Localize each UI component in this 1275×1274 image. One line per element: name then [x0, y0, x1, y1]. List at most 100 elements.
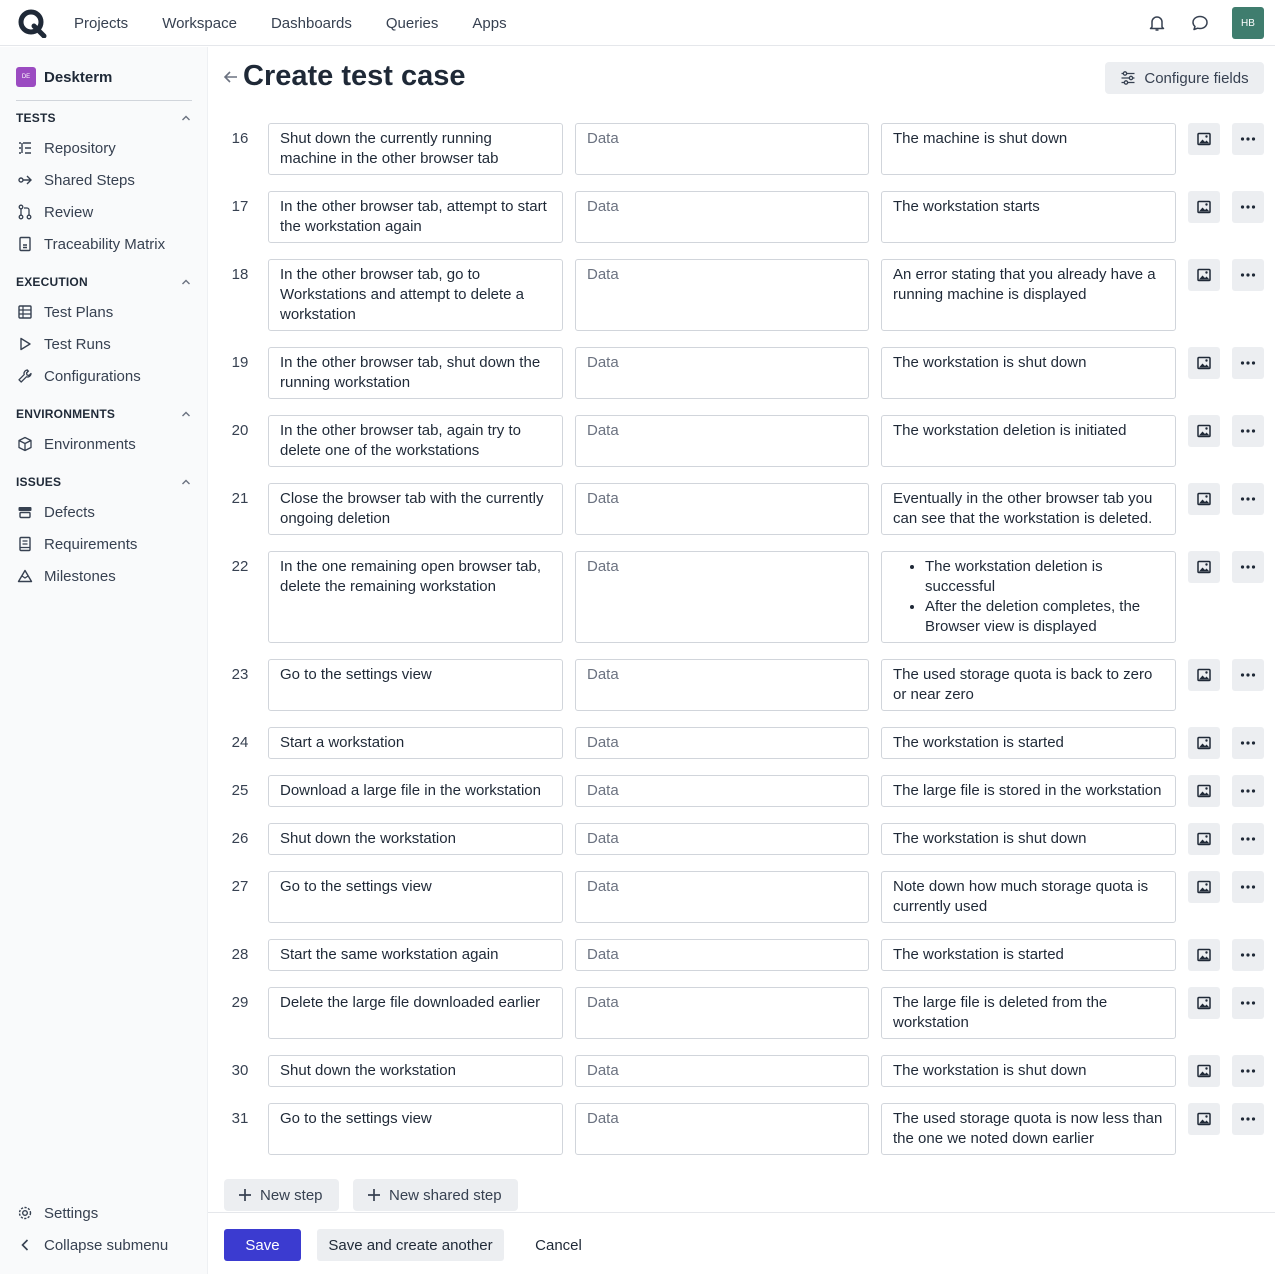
- more-options-icon[interactable]: [1232, 551, 1264, 583]
- more-options-icon[interactable]: [1232, 1103, 1264, 1135]
- step-expected-field[interactable]: The large file is stored in the workstat…: [881, 775, 1176, 807]
- sidebar-item-test-runs[interactable]: Test Runs: [16, 333, 111, 355]
- step-action-field[interactable]: Close the browser tab with the currently…: [268, 483, 563, 535]
- new-shared-step-button[interactable]: New shared step: [353, 1179, 518, 1211]
- step-data-field[interactable]: Data: [575, 347, 869, 399]
- image-icon[interactable]: [1188, 1103, 1220, 1135]
- more-options-icon[interactable]: [1232, 483, 1264, 515]
- more-options-icon[interactable]: [1232, 775, 1264, 807]
- step-action-field[interactable]: Shut down the workstation: [268, 1055, 563, 1087]
- sidebar-item-shared-steps[interactable]: Shared Steps: [16, 169, 135, 191]
- step-data-field[interactable]: Data: [575, 259, 869, 331]
- image-icon[interactable]: [1188, 123, 1220, 155]
- step-expected-field[interactable]: The workstation deletion is successfulAf…: [881, 551, 1176, 643]
- step-action-field[interactable]: Shut down the currently running machine …: [268, 123, 563, 175]
- image-icon[interactable]: [1188, 823, 1220, 855]
- step-action-field[interactable]: Go to the settings view: [268, 871, 563, 923]
- chat-icon[interactable]: [1189, 12, 1211, 34]
- step-data-field[interactable]: Data: [575, 939, 869, 971]
- step-expected-field[interactable]: The workstation is started: [881, 939, 1176, 971]
- step-data-field[interactable]: Data: [575, 191, 869, 243]
- save-button[interactable]: Save: [224, 1229, 301, 1261]
- step-action-field[interactable]: Start the same workstation again: [268, 939, 563, 971]
- image-icon[interactable]: [1188, 871, 1220, 903]
- image-icon[interactable]: [1188, 987, 1220, 1019]
- more-options-icon[interactable]: [1232, 823, 1264, 855]
- step-data-field[interactable]: Data: [575, 1103, 869, 1155]
- step-data-field[interactable]: Data: [575, 871, 869, 923]
- more-options-icon[interactable]: [1232, 727, 1264, 759]
- step-action-field[interactable]: In the one remaining open browser tab, d…: [268, 551, 563, 643]
- step-data-field[interactable]: Data: [575, 551, 869, 643]
- step-data-field[interactable]: Data: [575, 415, 869, 467]
- image-icon[interactable]: [1188, 415, 1220, 447]
- back-arrow-icon[interactable]: [222, 68, 240, 86]
- step-action-field[interactable]: Delete the large file downloaded earlier: [268, 987, 563, 1039]
- step-expected-field[interactable]: The workstation is shut down: [881, 823, 1176, 855]
- image-icon[interactable]: [1188, 727, 1220, 759]
- image-icon[interactable]: [1188, 259, 1220, 291]
- more-options-icon[interactable]: [1232, 871, 1264, 903]
- step-expected-field[interactable]: The workstation is shut down: [881, 1055, 1176, 1087]
- project-switcher[interactable]: DE Deskterm: [16, 67, 112, 87]
- step-action-field[interactable]: In the other browser tab, shut down the …: [268, 347, 563, 399]
- sidebar-item-test-plans[interactable]: Test Plans: [16, 301, 113, 323]
- step-expected-field[interactable]: The workstation is started: [881, 727, 1176, 759]
- bell-icon[interactable]: [1146, 12, 1168, 34]
- step-expected-field[interactable]: An error stating that you already have a…: [881, 259, 1176, 331]
- app-logo[interactable]: [17, 8, 47, 38]
- sidebar-item-milestones[interactable]: Milestones: [16, 565, 116, 587]
- image-icon[interactable]: [1188, 659, 1220, 691]
- section-tests-header[interactable]: TESTS: [16, 111, 192, 125]
- sidebar-item-traceability-matrix[interactable]: Traceability Matrix: [16, 233, 165, 255]
- nav-dashboards[interactable]: Dashboards: [271, 15, 352, 32]
- nav-apps[interactable]: Apps: [472, 15, 506, 32]
- nav-queries[interactable]: Queries: [386, 15, 439, 32]
- new-step-button[interactable]: New step: [224, 1179, 339, 1211]
- step-data-field[interactable]: Data: [575, 727, 869, 759]
- step-expected-field[interactable]: The large file is deleted from the works…: [881, 987, 1176, 1039]
- more-options-icon[interactable]: [1232, 1055, 1264, 1087]
- step-action-field[interactable]: In the other browser tab, again try to d…: [268, 415, 563, 467]
- step-action-field[interactable]: Go to the settings view: [268, 1103, 563, 1155]
- step-data-field[interactable]: Data: [575, 1055, 869, 1087]
- step-expected-field[interactable]: The used storage quota is now less than …: [881, 1103, 1176, 1155]
- step-data-field[interactable]: Data: [575, 659, 869, 711]
- step-expected-field[interactable]: The used storage quota is back to zero o…: [881, 659, 1176, 711]
- step-expected-field[interactable]: The machine is shut down: [881, 123, 1176, 175]
- nav-projects[interactable]: Projects: [74, 15, 128, 32]
- image-icon[interactable]: [1188, 775, 1220, 807]
- image-icon[interactable]: [1188, 939, 1220, 971]
- step-action-field[interactable]: Download a large file in the workstation: [268, 775, 563, 807]
- more-options-icon[interactable]: [1232, 415, 1264, 447]
- step-data-field[interactable]: Data: [575, 123, 869, 175]
- step-action-field[interactable]: In the other browser tab, go to Workstat…: [268, 259, 563, 331]
- step-data-field[interactable]: Data: [575, 483, 869, 535]
- step-data-field[interactable]: Data: [575, 987, 869, 1039]
- image-icon[interactable]: [1188, 1055, 1220, 1087]
- sidebar-item-settings[interactable]: Settings: [16, 1202, 98, 1224]
- sidebar-item-configurations[interactable]: Configurations: [16, 365, 141, 387]
- configure-fields-button[interactable]: Configure fields: [1105, 62, 1264, 94]
- sidebar-item-requirements[interactable]: Requirements: [16, 533, 137, 555]
- sidebar-item-collapse-submenu[interactable]: Collapse submenu: [16, 1234, 168, 1256]
- sidebar-item-defects[interactable]: Defects: [16, 501, 95, 523]
- step-action-field[interactable]: Start a workstation: [268, 727, 563, 759]
- section-execution-header[interactable]: EXECUTION: [16, 275, 192, 289]
- step-data-field[interactable]: Data: [575, 775, 869, 807]
- image-icon[interactable]: [1188, 551, 1220, 583]
- step-expected-field[interactable]: The workstation is shut down: [881, 347, 1176, 399]
- image-icon[interactable]: [1188, 191, 1220, 223]
- step-expected-field[interactable]: The workstation deletion is initiated: [881, 415, 1176, 467]
- more-options-icon[interactable]: [1232, 939, 1264, 971]
- sidebar-item-review[interactable]: Review: [16, 201, 93, 223]
- more-options-icon[interactable]: [1232, 191, 1264, 223]
- more-options-icon[interactable]: [1232, 987, 1264, 1019]
- more-options-icon[interactable]: [1232, 123, 1264, 155]
- user-avatar[interactable]: HB: [1232, 7, 1264, 39]
- nav-workspace[interactable]: Workspace: [162, 15, 237, 32]
- image-icon[interactable]: [1188, 347, 1220, 379]
- step-expected-field[interactable]: Eventually in the other browser tab you …: [881, 483, 1176, 535]
- more-options-icon[interactable]: [1232, 259, 1264, 291]
- step-action-field[interactable]: Shut down the workstation: [268, 823, 563, 855]
